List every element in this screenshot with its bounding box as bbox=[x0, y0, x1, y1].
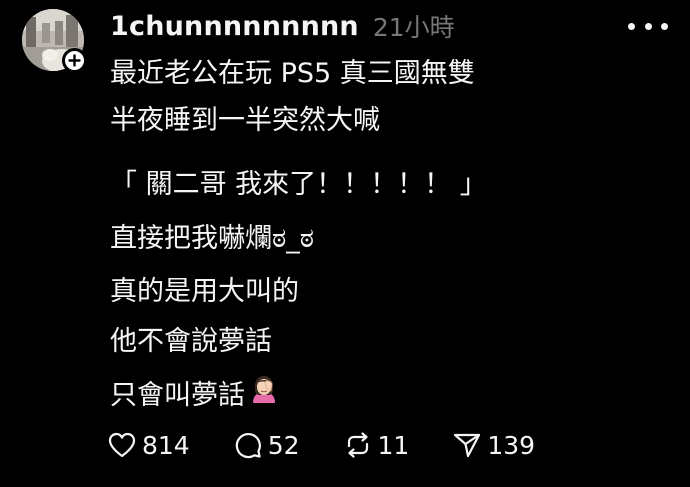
post-header: 1chunnnnnnnnn 21小時 bbox=[110, 8, 455, 44]
timestamp: 21小時 bbox=[372, 13, 455, 42]
more-dot-icon bbox=[661, 22, 668, 30]
like-count: 814 bbox=[142, 430, 190, 460]
reply-count: 52 bbox=[267, 430, 300, 460]
reply-button[interactable]: 52 bbox=[232, 429, 300, 461]
share-count: 139 bbox=[487, 430, 536, 460]
post-text-line: 「 關二哥 我來了！！！！！ 」 bbox=[110, 169, 487, 200]
comment-icon bbox=[235, 433, 261, 459]
post-text-line-with-emoji: 只會叫夢話 bbox=[110, 375, 281, 418]
repost-icon bbox=[347, 432, 368, 458]
post-text-line: 直接把我嚇爛ಠ_ಠ bbox=[110, 223, 315, 254]
more-dot-icon bbox=[644, 22, 652, 30]
send-icon bbox=[454, 433, 481, 458]
avatar-container bbox=[22, 9, 87, 73]
more-button[interactable] bbox=[628, 14, 668, 38]
repost-button[interactable]: 11 bbox=[342, 429, 410, 461]
repost-count: 11 bbox=[377, 430, 410, 460]
username[interactable]: 1chunnnnnnnnn bbox=[110, 11, 359, 42]
post-text-line: 最近老公在玩 PS5 真三國無雙 bbox=[110, 58, 475, 89]
thread-post: 1chunnnnnnnnn 21小時 最近老公在玩 PS5 真三國無雙 半夜睡到… bbox=[0, 0, 690, 487]
like-button[interactable]: 814 bbox=[106, 429, 190, 461]
post-text-line: 真的是用大叫的 bbox=[110, 276, 299, 307]
more-dot-icon bbox=[628, 22, 635, 30]
heart-icon bbox=[108, 432, 136, 458]
face-palm-woman-emoji bbox=[247, 373, 281, 416]
follow-button[interactable] bbox=[62, 48, 87, 73]
plus-icon bbox=[68, 54, 81, 67]
post-text-line: 只會叫夢話 bbox=[110, 380, 245, 411]
post-text-line: 他不會說夢話 bbox=[110, 326, 272, 357]
share-button[interactable]: 139 bbox=[451, 429, 535, 461]
post-actions: 814 52 11 139 bbox=[106, 425, 535, 465]
post-text-line: 半夜睡到一半突然大喊 bbox=[110, 105, 380, 136]
